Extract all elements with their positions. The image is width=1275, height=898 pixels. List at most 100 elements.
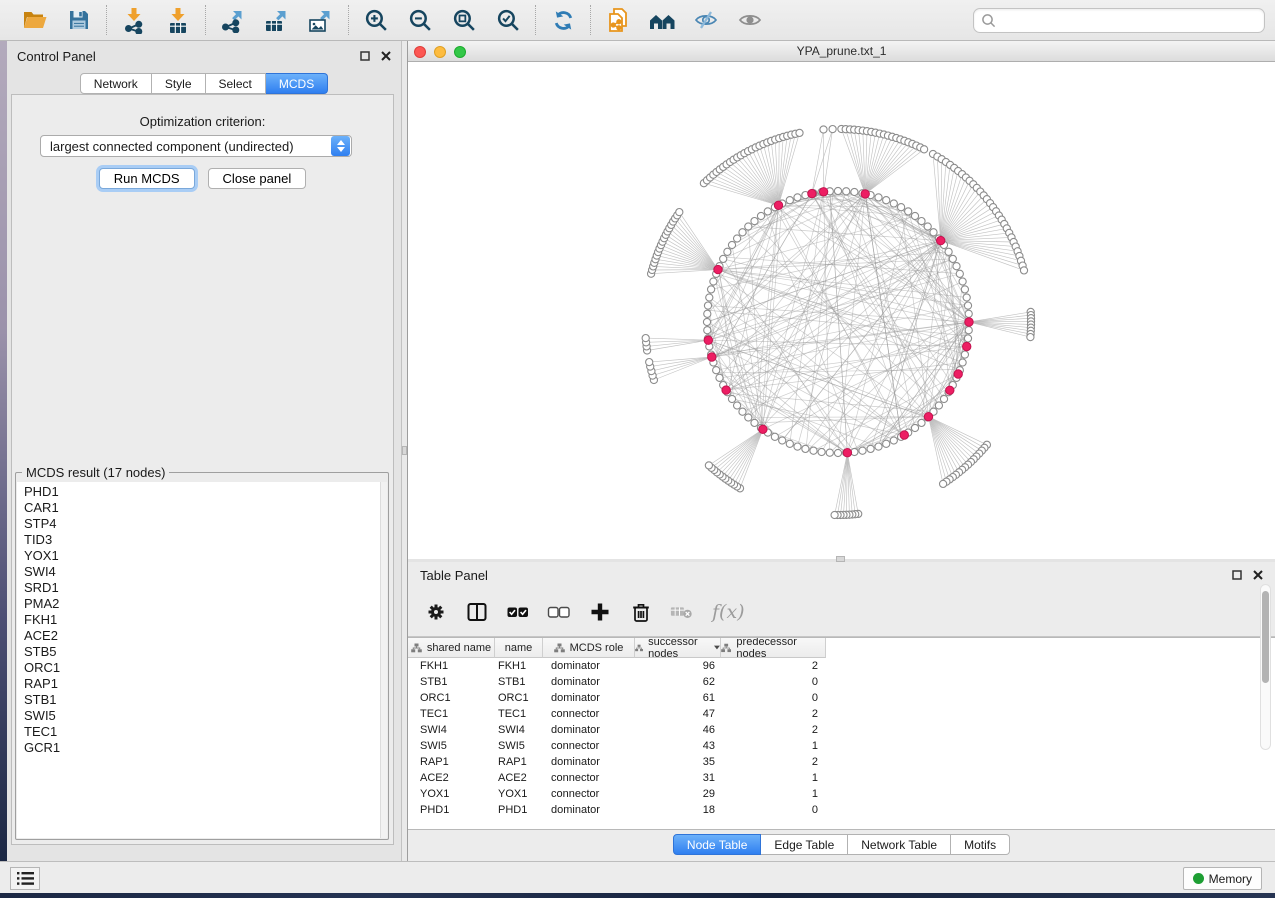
network-node[interactable] xyxy=(728,241,735,248)
network-node[interactable] xyxy=(930,229,937,236)
mcds-network-node[interactable] xyxy=(843,449,851,457)
mcds-result-item[interactable]: SRD1 xyxy=(24,580,380,596)
network-node[interactable] xyxy=(802,445,809,452)
float-panel-icon[interactable] xyxy=(1232,570,1242,580)
mcds-network-node[interactable] xyxy=(714,265,722,273)
network-node[interactable] xyxy=(734,402,741,409)
network-node[interactable] xyxy=(935,402,942,409)
mcds-network-node[interactable] xyxy=(965,318,973,326)
column-header-predecessor-nodes[interactable]: predecessor nodes xyxy=(721,638,826,658)
mcds-result-item[interactable]: STB5 xyxy=(24,644,380,660)
mcds-result-item[interactable]: RAP1 xyxy=(24,676,380,692)
mcds-result-item[interactable]: YOX1 xyxy=(24,548,380,564)
network-node[interactable] xyxy=(961,351,968,358)
table-mode-button[interactable] xyxy=(424,600,448,624)
add-column-button[interactable] xyxy=(588,600,612,624)
network-node[interactable] xyxy=(875,443,882,450)
export-image-button[interactable] xyxy=(306,5,336,35)
network-node[interactable] xyxy=(859,447,866,454)
network-node[interactable] xyxy=(964,335,971,342)
mcds-network-node[interactable] xyxy=(924,413,932,421)
network-window-titlebar[interactable]: YPA_prune.txt_1 xyxy=(408,41,1275,62)
mcds-result-item[interactable]: PMA2 xyxy=(24,596,380,612)
network-node[interactable] xyxy=(728,395,735,402)
deselect-all-button[interactable] xyxy=(547,600,571,624)
mcds-result-item[interactable]: FKH1 xyxy=(24,612,380,628)
mcds-result-item[interactable]: TEC1 xyxy=(24,724,380,740)
network-node[interactable] xyxy=(883,197,890,204)
network-node[interactable] xyxy=(890,437,897,444)
column-header-successor-nodes[interactable]: successor nodes xyxy=(635,638,721,658)
mcds-network-node[interactable] xyxy=(963,342,971,350)
network-node[interactable] xyxy=(831,511,838,518)
tab-motifs[interactable]: Motifs xyxy=(951,834,1010,855)
network-node[interactable] xyxy=(867,445,874,452)
network-node[interactable] xyxy=(751,419,758,426)
mcds-result-item[interactable]: ORC1 xyxy=(24,660,380,676)
tab-mcds[interactable]: MCDS xyxy=(266,73,328,94)
network-node[interactable] xyxy=(764,208,771,215)
mcds-result-item[interactable]: CAR1 xyxy=(24,500,380,516)
network-node[interactable] xyxy=(820,126,827,133)
network-node[interactable] xyxy=(905,208,912,215)
import-network-button[interactable] xyxy=(119,5,149,35)
table-row[interactable]: TEC1TEC1connector472 xyxy=(408,706,1275,722)
show-all-button[interactable] xyxy=(735,5,765,35)
network-graph[interactable] xyxy=(408,62,1275,559)
tab-select[interactable]: Select xyxy=(206,73,266,94)
network-node[interactable] xyxy=(956,270,963,277)
show-panels-button[interactable] xyxy=(10,867,40,890)
search-field[interactable] xyxy=(973,8,1265,33)
network-node[interactable] xyxy=(786,440,793,447)
mcds-result-item[interactable]: SWI5 xyxy=(24,708,380,724)
network-node[interactable] xyxy=(704,310,711,317)
mcds-network-node[interactable] xyxy=(937,236,945,244)
network-node[interactable] xyxy=(918,419,925,426)
table-scrollbar-thumb[interactable] xyxy=(1262,591,1269,683)
table-row[interactable]: ACE2ACE2connector311 xyxy=(408,770,1275,786)
mcds-network-node[interactable] xyxy=(954,370,962,378)
tab-style[interactable]: Style xyxy=(152,73,206,94)
refresh-view-button[interactable] xyxy=(548,5,578,35)
network-node[interactable] xyxy=(642,335,649,342)
network-node[interactable] xyxy=(1020,267,1027,274)
table-row[interactable]: SWI5SWI5connector431 xyxy=(408,738,1275,754)
network-node[interactable] xyxy=(1027,334,1034,341)
table-row[interactable]: SWI4SWI4dominator462 xyxy=(408,722,1275,738)
mcds-network-node[interactable] xyxy=(704,336,712,344)
search-input[interactable] xyxy=(1001,13,1257,28)
mcds-network-node[interactable] xyxy=(708,353,716,361)
network-node[interactable] xyxy=(739,408,746,415)
network-node[interactable] xyxy=(834,449,841,456)
network-node[interactable] xyxy=(843,188,850,195)
mcds-result-list[interactable]: PHD1CAR1STP4TID3YOX1SWI4SRD1PMA2FKH1ACE2… xyxy=(17,482,380,838)
network-node[interactable] xyxy=(751,218,758,225)
zoom-out-button[interactable] xyxy=(405,5,435,35)
splitter-handle[interactable] xyxy=(402,446,407,455)
select-all-button[interactable] xyxy=(506,600,530,624)
mcds-network-node[interactable] xyxy=(774,201,782,209)
network-node[interactable] xyxy=(924,223,931,230)
mcds-network-node[interactable] xyxy=(819,188,827,196)
new-network-from-selection-button[interactable] xyxy=(603,5,633,35)
network-node[interactable] xyxy=(810,447,817,454)
save-session-button[interactable] xyxy=(64,5,94,35)
mcds-network-node[interactable] xyxy=(946,386,954,394)
column-header-name[interactable]: name xyxy=(495,638,543,658)
network-node[interactable] xyxy=(724,248,731,255)
network-node[interactable] xyxy=(890,200,897,207)
zoom-fit-button[interactable] xyxy=(449,5,479,35)
open-session-button[interactable] xyxy=(20,5,50,35)
mcds-network-node[interactable] xyxy=(861,190,869,198)
network-node[interactable] xyxy=(826,449,833,456)
close-panel-icon[interactable] xyxy=(381,51,391,61)
mcds-result-item[interactable]: ACE2 xyxy=(24,628,380,644)
network-node[interactable] xyxy=(961,286,968,293)
mcds-result-item[interactable]: STP4 xyxy=(24,516,380,532)
network-node[interactable] xyxy=(704,327,711,334)
network-node[interactable] xyxy=(720,255,727,262)
network-node[interactable] xyxy=(703,318,710,325)
minimize-window-icon[interactable] xyxy=(434,46,446,58)
table-row[interactable]: YOX1YOX1connector291 xyxy=(408,786,1275,802)
network-node[interactable] xyxy=(708,286,715,293)
